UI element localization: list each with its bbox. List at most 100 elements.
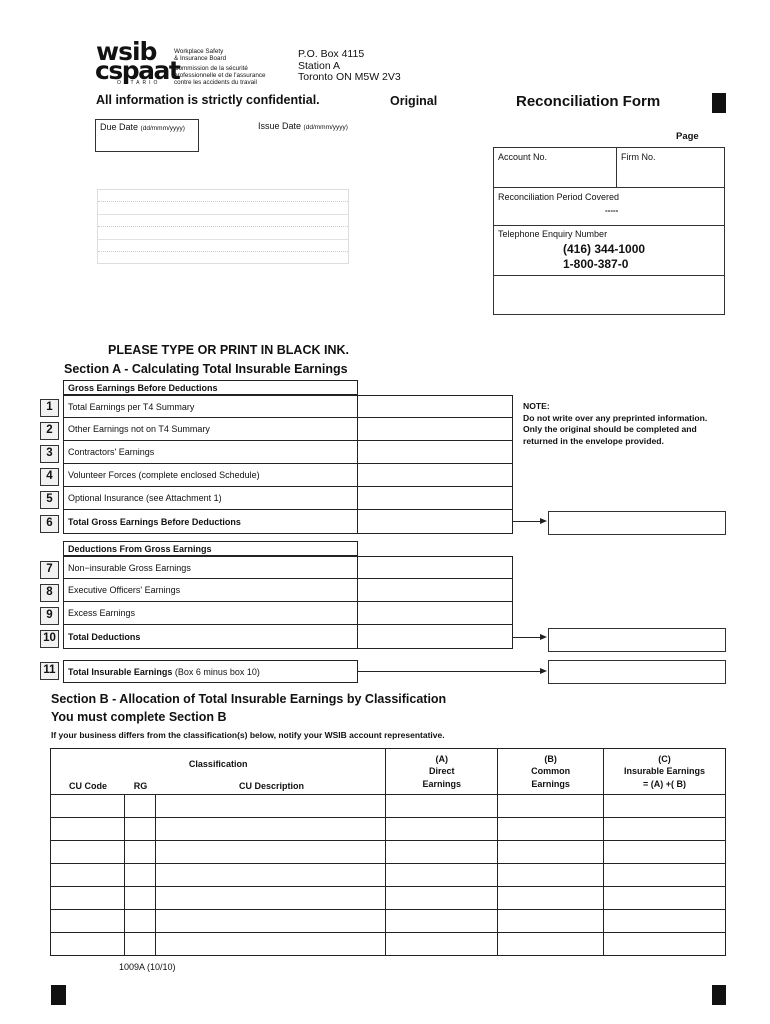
rg-cell[interactable]: [123, 886, 156, 910]
line-label-10: Total Deductions: [63, 625, 358, 649]
line-amount-8[interactable]: [358, 579, 513, 602]
total-deductions-box[interactable]: [548, 628, 726, 652]
rg-cell[interactable]: [123, 840, 156, 864]
col-c-line1: Insurable Earnings: [624, 766, 706, 777]
cu-description-cell[interactable]: [154, 840, 387, 864]
line-label-9: Excess Earnings: [63, 602, 358, 625]
direct-earnings-cell[interactable]: [385, 886, 499, 910]
common-earnings-cell[interactable]: [497, 817, 605, 841]
line-amount-9[interactable]: [358, 602, 513, 625]
col-insurable-earnings: (C) Insurable Earnings = (A) +( B): [603, 748, 726, 795]
cu-description-cell[interactable]: [154, 932, 387, 956]
board-en-1: Workplace Safety: [174, 48, 224, 55]
insurable-earnings-cell[interactable]: [603, 886, 726, 910]
rg-cell[interactable]: [123, 909, 156, 933]
line-amount-5[interactable]: [358, 487, 513, 510]
rg-cell[interactable]: [123, 817, 156, 841]
common-earnings-cell[interactable]: [497, 886, 605, 910]
line-label-8: Executive Officers' Earnings: [63, 579, 358, 602]
classification-row: [50, 886, 726, 910]
note-title: NOTE:: [523, 401, 550, 411]
col-a-line2: Earnings: [422, 778, 462, 789]
rg-cell[interactable]: [123, 863, 156, 887]
line-amount-2[interactable]: [358, 418, 513, 441]
direct-earnings-cell[interactable]: [385, 863, 499, 887]
common-earnings-cell[interactable]: [497, 863, 605, 887]
cu-code-cell[interactable]: [50, 840, 125, 864]
rg-cell[interactable]: [123, 932, 156, 956]
cu-description-cell[interactable]: [154, 886, 387, 910]
direct-earnings-cell[interactable]: [385, 794, 499, 818]
cu-description-cell[interactable]: [154, 909, 387, 933]
line-number-5: 5: [40, 491, 59, 509]
insurable-earnings-cell[interactable]: [603, 863, 726, 887]
direct-earnings-cell[interactable]: [385, 932, 499, 956]
line-label-11-rest: (Box 6 minus box 10): [172, 666, 260, 677]
cu-code-cell[interactable]: [50, 863, 125, 887]
total-insurable-earnings-box[interactable]: [548, 660, 726, 684]
ink-instruction: PLEASE TYPE OR PRINT IN BLACK INK.: [108, 343, 349, 357]
classification-row: [50, 840, 726, 864]
cu-description-cell[interactable]: [154, 817, 387, 841]
line-number-10: 10: [40, 630, 59, 648]
phone-label: Telephone Enquiry Number: [498, 229, 608, 239]
cu-description-cell[interactable]: [154, 863, 387, 887]
common-earnings-cell[interactable]: [497, 794, 605, 818]
note-body: Do not write over any preprinted informa…: [523, 412, 708, 446]
line-amount-6[interactable]: [358, 510, 513, 534]
direct-earnings-cell[interactable]: [385, 840, 499, 864]
line-label-3: Contractors' Earnings: [63, 441, 358, 464]
cu-code-cell[interactable]: [50, 794, 125, 818]
insurable-earnings-cell[interactable]: [603, 909, 726, 933]
insurable-earnings-cell[interactable]: [603, 794, 726, 818]
total-gross-earnings-box[interactable]: [548, 511, 726, 535]
cu-code-cell[interactable]: [50, 886, 125, 910]
issue-date-field: Issue Date (dd/mmm/yyyy): [258, 121, 348, 131]
issue-date-format: (dd/mmm/yyyy): [303, 124, 348, 131]
cu-code-cell[interactable]: [50, 932, 125, 956]
rg-cell[interactable]: [123, 794, 156, 818]
line-amount-4[interactable]: [358, 464, 513, 487]
insurable-earnings-cell[interactable]: [603, 840, 726, 864]
ontario-logo-text: ONTARIO: [117, 80, 161, 86]
board-name: Workplace Safety & Insurance Board Commi…: [174, 48, 266, 86]
direct-earnings-cell[interactable]: [385, 909, 499, 933]
cu-description-cell[interactable]: [154, 794, 387, 818]
line-number-9: 9: [40, 607, 59, 625]
address-window-line: [98, 240, 348, 252]
line-label-11: Total Insurable Earnings (Box 6 minus bo…: [63, 660, 358, 683]
note-box: NOTE: Do not write over any preprinted i…: [523, 401, 718, 447]
line-label-2: Other Earnings not on T4 Summary: [63, 418, 358, 441]
page-label: Page: [676, 131, 699, 142]
board-en-2: & Insurance Board: [174, 55, 227, 62]
common-earnings-cell[interactable]: [497, 932, 605, 956]
address-window-line: [98, 202, 348, 215]
insurable-earnings-cell[interactable]: [603, 817, 726, 841]
due-date-field[interactable]: Due Date (dd/mmm/yyyy): [95, 119, 199, 152]
common-earnings-cell[interactable]: [497, 840, 605, 864]
line-amount-1[interactable]: [358, 395, 513, 418]
cu-code-cell[interactable]: [50, 909, 125, 933]
account-divider: [616, 148, 617, 187]
board-fr-3: contre les accidents du travail: [174, 79, 257, 86]
line-label-5: Optional Insurance (see Attachment 1): [63, 487, 358, 510]
direct-earnings-cell[interactable]: [385, 817, 499, 841]
line-amount-10[interactable]: [358, 625, 513, 649]
col-b-line2: Earnings: [531, 778, 570, 789]
section-b-subtitle: You must complete Section B: [51, 710, 227, 724]
period-row: Reconciliation Period Covered -----: [494, 188, 724, 226]
line-number-4: 4: [40, 468, 59, 486]
insurable-earnings-cell[interactable]: [603, 932, 726, 956]
col-rg: RG: [133, 781, 148, 791]
arrow-right-icon: [540, 668, 547, 674]
line-label-4: Volunteer Forces (complete enclosed Sche…: [63, 464, 358, 487]
section-b-instruction: If your business differs from the classi…: [51, 730, 445, 740]
phone-number-tollfree: 1-800-387-0: [563, 257, 629, 271]
line-number-2: 2: [40, 422, 59, 440]
line-amount-3[interactable]: [358, 441, 513, 464]
cu-code-cell[interactable]: [50, 817, 125, 841]
line-amount-7[interactable]: [358, 556, 513, 579]
common-earnings-cell[interactable]: [497, 909, 605, 933]
classification-row: [50, 909, 726, 933]
classification-row: [50, 817, 726, 841]
